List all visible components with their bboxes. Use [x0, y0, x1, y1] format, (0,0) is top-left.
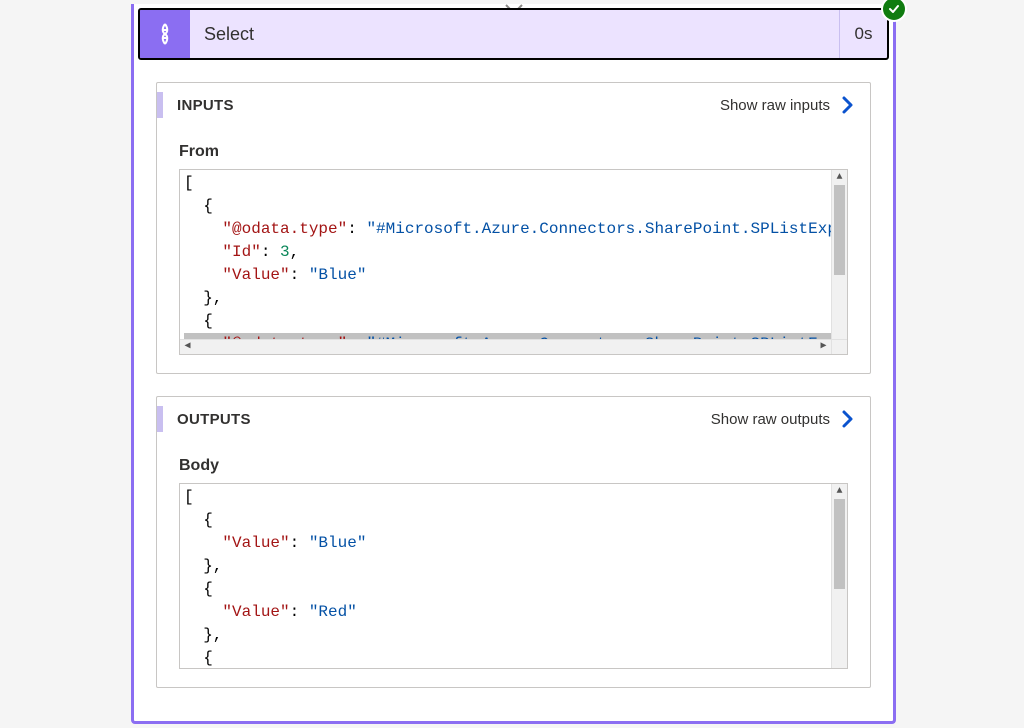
scroll-thumb[interactable] [834, 499, 845, 589]
check-icon [888, 3, 900, 15]
from-code-content: [ { "@odata.type": "#Microsoft.Azure.Con… [180, 170, 848, 355]
show-raw-outputs-link[interactable]: Show raw outputs [711, 409, 856, 429]
success-badge [883, 0, 905, 20]
section-accent [157, 406, 163, 432]
outputs-title: OUTPUTS [177, 411, 711, 428]
scroll-left-icon[interactable]: ◀ [180, 342, 195, 352]
chevron-right-icon [840, 95, 856, 115]
show-raw-inputs-label: Show raw inputs [720, 97, 830, 114]
scroll-up-icon[interactable]: ▲ [832, 170, 847, 185]
body-code-viewer[interactable]: [ { "Value": "Blue" }, { "Value": "Red" … [179, 483, 848, 669]
body-field-label: Body [179, 457, 870, 475]
vertical-scrollbar[interactable]: ▲ [831, 170, 847, 339]
from-field-label: From [179, 143, 870, 161]
show-raw-inputs-link[interactable]: Show raw inputs [720, 95, 856, 115]
action-icon-tile [140, 10, 190, 58]
action-duration: 0s [839, 10, 887, 58]
data-operations-select-icon [151, 20, 179, 48]
outputs-section: OUTPUTS Show raw outputs Body [ { "Value… [156, 396, 871, 688]
horizontal-scrollbar[interactable]: ◀ ▶ [180, 339, 831, 354]
scroll-up-icon[interactable]: ▲ [832, 484, 847, 499]
section-accent [157, 92, 163, 118]
action-card: Select 0s INPUTS Show raw inputs From [ … [131, 4, 896, 724]
action-header[interactable]: Select 0s [138, 8, 889, 60]
inputs-section-header: INPUTS Show raw inputs [157, 83, 870, 127]
scroll-right-icon[interactable]: ▶ [816, 342, 831, 352]
scroll-corner [831, 339, 847, 354]
inputs-section: INPUTS Show raw inputs From [ { "@odata.… [156, 82, 871, 374]
inputs-title: INPUTS [177, 97, 720, 114]
outputs-section-header: OUTPUTS Show raw outputs [157, 397, 870, 441]
body-code-content: [ { "Value": "Blue" }, { "Value": "Red" … [180, 484, 848, 669]
chevron-right-icon [840, 409, 856, 429]
scroll-thumb[interactable] [834, 185, 845, 275]
action-title: Select [190, 10, 839, 58]
show-raw-outputs-label: Show raw outputs [711, 411, 830, 428]
from-code-viewer[interactable]: [ { "@odata.type": "#Microsoft.Azure.Con… [179, 169, 848, 355]
vertical-scrollbar[interactable]: ▲ [831, 484, 847, 668]
